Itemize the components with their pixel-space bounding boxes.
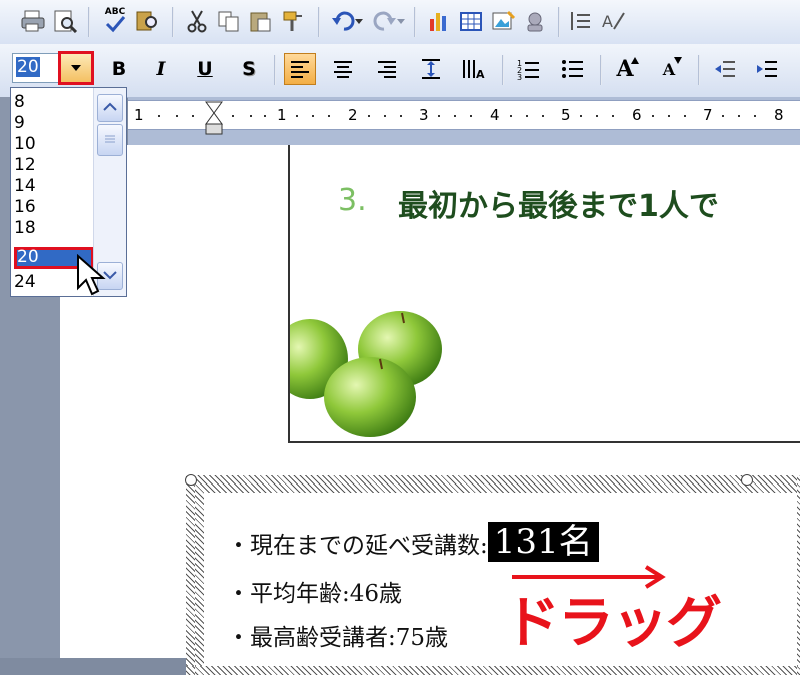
font-size-option[interactable]: 18 [14,218,94,239]
decrease-indent-button[interactable] [710,54,740,84]
numbering-button[interactable]: 123 [514,54,544,84]
chevron-up-icon [103,102,117,111]
ruler-number: 1 [277,106,287,124]
font-size-option[interactable]: 10 [14,134,94,155]
show-formatting-icon[interactable]: A [598,6,628,36]
indent-marker-icon[interactable] [204,101,224,143]
print-preview-icon[interactable] [50,6,80,36]
text-line-3: ・最高齢受講者:75歳 [227,625,449,651]
undo-dropdown-icon[interactable] [352,6,366,36]
font-size-option[interactable]: 9 [14,113,94,134]
text-direction-button[interactable]: A [458,54,488,84]
align-center-button[interactable] [328,54,358,84]
text-line: ・現在までの延べ受講数: 131名 [227,514,599,563]
increase-font-size-button[interactable]: A [610,54,640,84]
expand-all-icon[interactable] [566,6,596,36]
font-size-dropdown-button[interactable] [58,51,94,85]
align-center-icon [334,61,352,78]
cut-icon[interactable] [182,6,212,36]
font-size-option[interactable]: 8 [14,92,94,113]
mouse-cursor-icon [77,254,106,296]
ruler-number: 7 [703,106,713,124]
decrease-indent-icon [715,61,735,77]
spelling-label: ABC [104,7,126,17]
align-right-icon [378,61,396,78]
resize-handle[interactable] [741,474,753,486]
font-size-input[interactable]: 20 [12,53,60,83]
italic-button[interactable]: I [146,54,176,84]
bold-button[interactable]: B [104,54,134,84]
ruler-number: 1 [134,106,144,124]
triangle-down-icon [674,57,682,64]
ruler-number: 5 [561,106,571,124]
shadow-button[interactable]: S [234,54,264,84]
color-grayscale-icon[interactable] [520,6,550,36]
increase-indent-icon [757,61,777,77]
underline-button[interactable]: U [190,54,220,84]
chevron-down-icon [71,65,81,71]
scroll-up-button[interactable] [97,94,123,122]
bullets-icon [562,60,583,78]
selected-text[interactable]: 131名 [487,522,599,562]
text-direction-icon: A [463,60,485,80]
ruler-number: 4 [490,106,500,124]
font-size-option[interactable]: 14 [14,176,94,197]
numbering-icon: 123 [517,59,539,80]
text-line-2: ・平均年齢:46歳 [227,581,403,607]
align-left-icon [291,61,309,78]
slide-title: 最初から最後まで1人で [398,189,719,224]
scroll-thumb[interactable] [97,124,123,156]
increase-indent-button[interactable] [752,54,782,84]
print-icon[interactable] [18,6,48,36]
line-spacing-icon [422,59,440,79]
ruler-number: 3 [419,106,429,124]
ruler-number: 2 [348,106,358,124]
font-size-option[interactable]: 16 [14,197,94,218]
text-line-1: ・現在までの延べ受講数: [227,533,488,559]
slide-number: 3. [338,183,367,218]
format-painter-icon[interactable] [278,6,308,36]
decrease-font-size-button[interactable]: A [654,54,684,84]
bullets-button[interactable] [558,54,588,84]
font-size-value: 20 [16,57,40,77]
table-icon[interactable] [456,6,486,36]
green-apples-image [290,311,442,437]
triangle-up-icon [631,57,639,64]
line-spacing-button[interactable] [416,54,446,84]
ruler-strip: 1 1 2 3 4 5 6 7 8 [128,100,800,135]
redo-dropdown-icon[interactable] [394,6,408,36]
standard-toolbar: ABC A [0,0,800,45]
svg-text:3: 3 [517,73,522,80]
insert-picture-icon[interactable] [488,6,518,36]
font-size-option[interactable]: 12 [14,155,94,176]
svg-text:A: A [476,68,485,80]
chart-icon[interactable] [424,6,454,36]
grip-icon [105,135,115,143]
copy-icon[interactable] [214,6,244,36]
svg-text:A: A [602,12,613,31]
resize-handle[interactable] [185,474,197,486]
align-left-button[interactable] [284,53,316,85]
drag-annotation: ドラッグ [504,591,722,656]
spelling-icon[interactable]: ABC [100,6,130,36]
ruler-number: 8 [774,106,784,124]
research-icon[interactable] [132,6,162,36]
ruler-number: 6 [632,106,642,124]
font-size-list[interactable]: 8 9 10 12 14 16 18 20 24 [10,87,127,297]
slide-preview: 3. 最初から最後まで1人で [288,145,800,443]
align-right-button[interactable] [372,54,402,84]
paste-icon[interactable] [246,6,276,36]
